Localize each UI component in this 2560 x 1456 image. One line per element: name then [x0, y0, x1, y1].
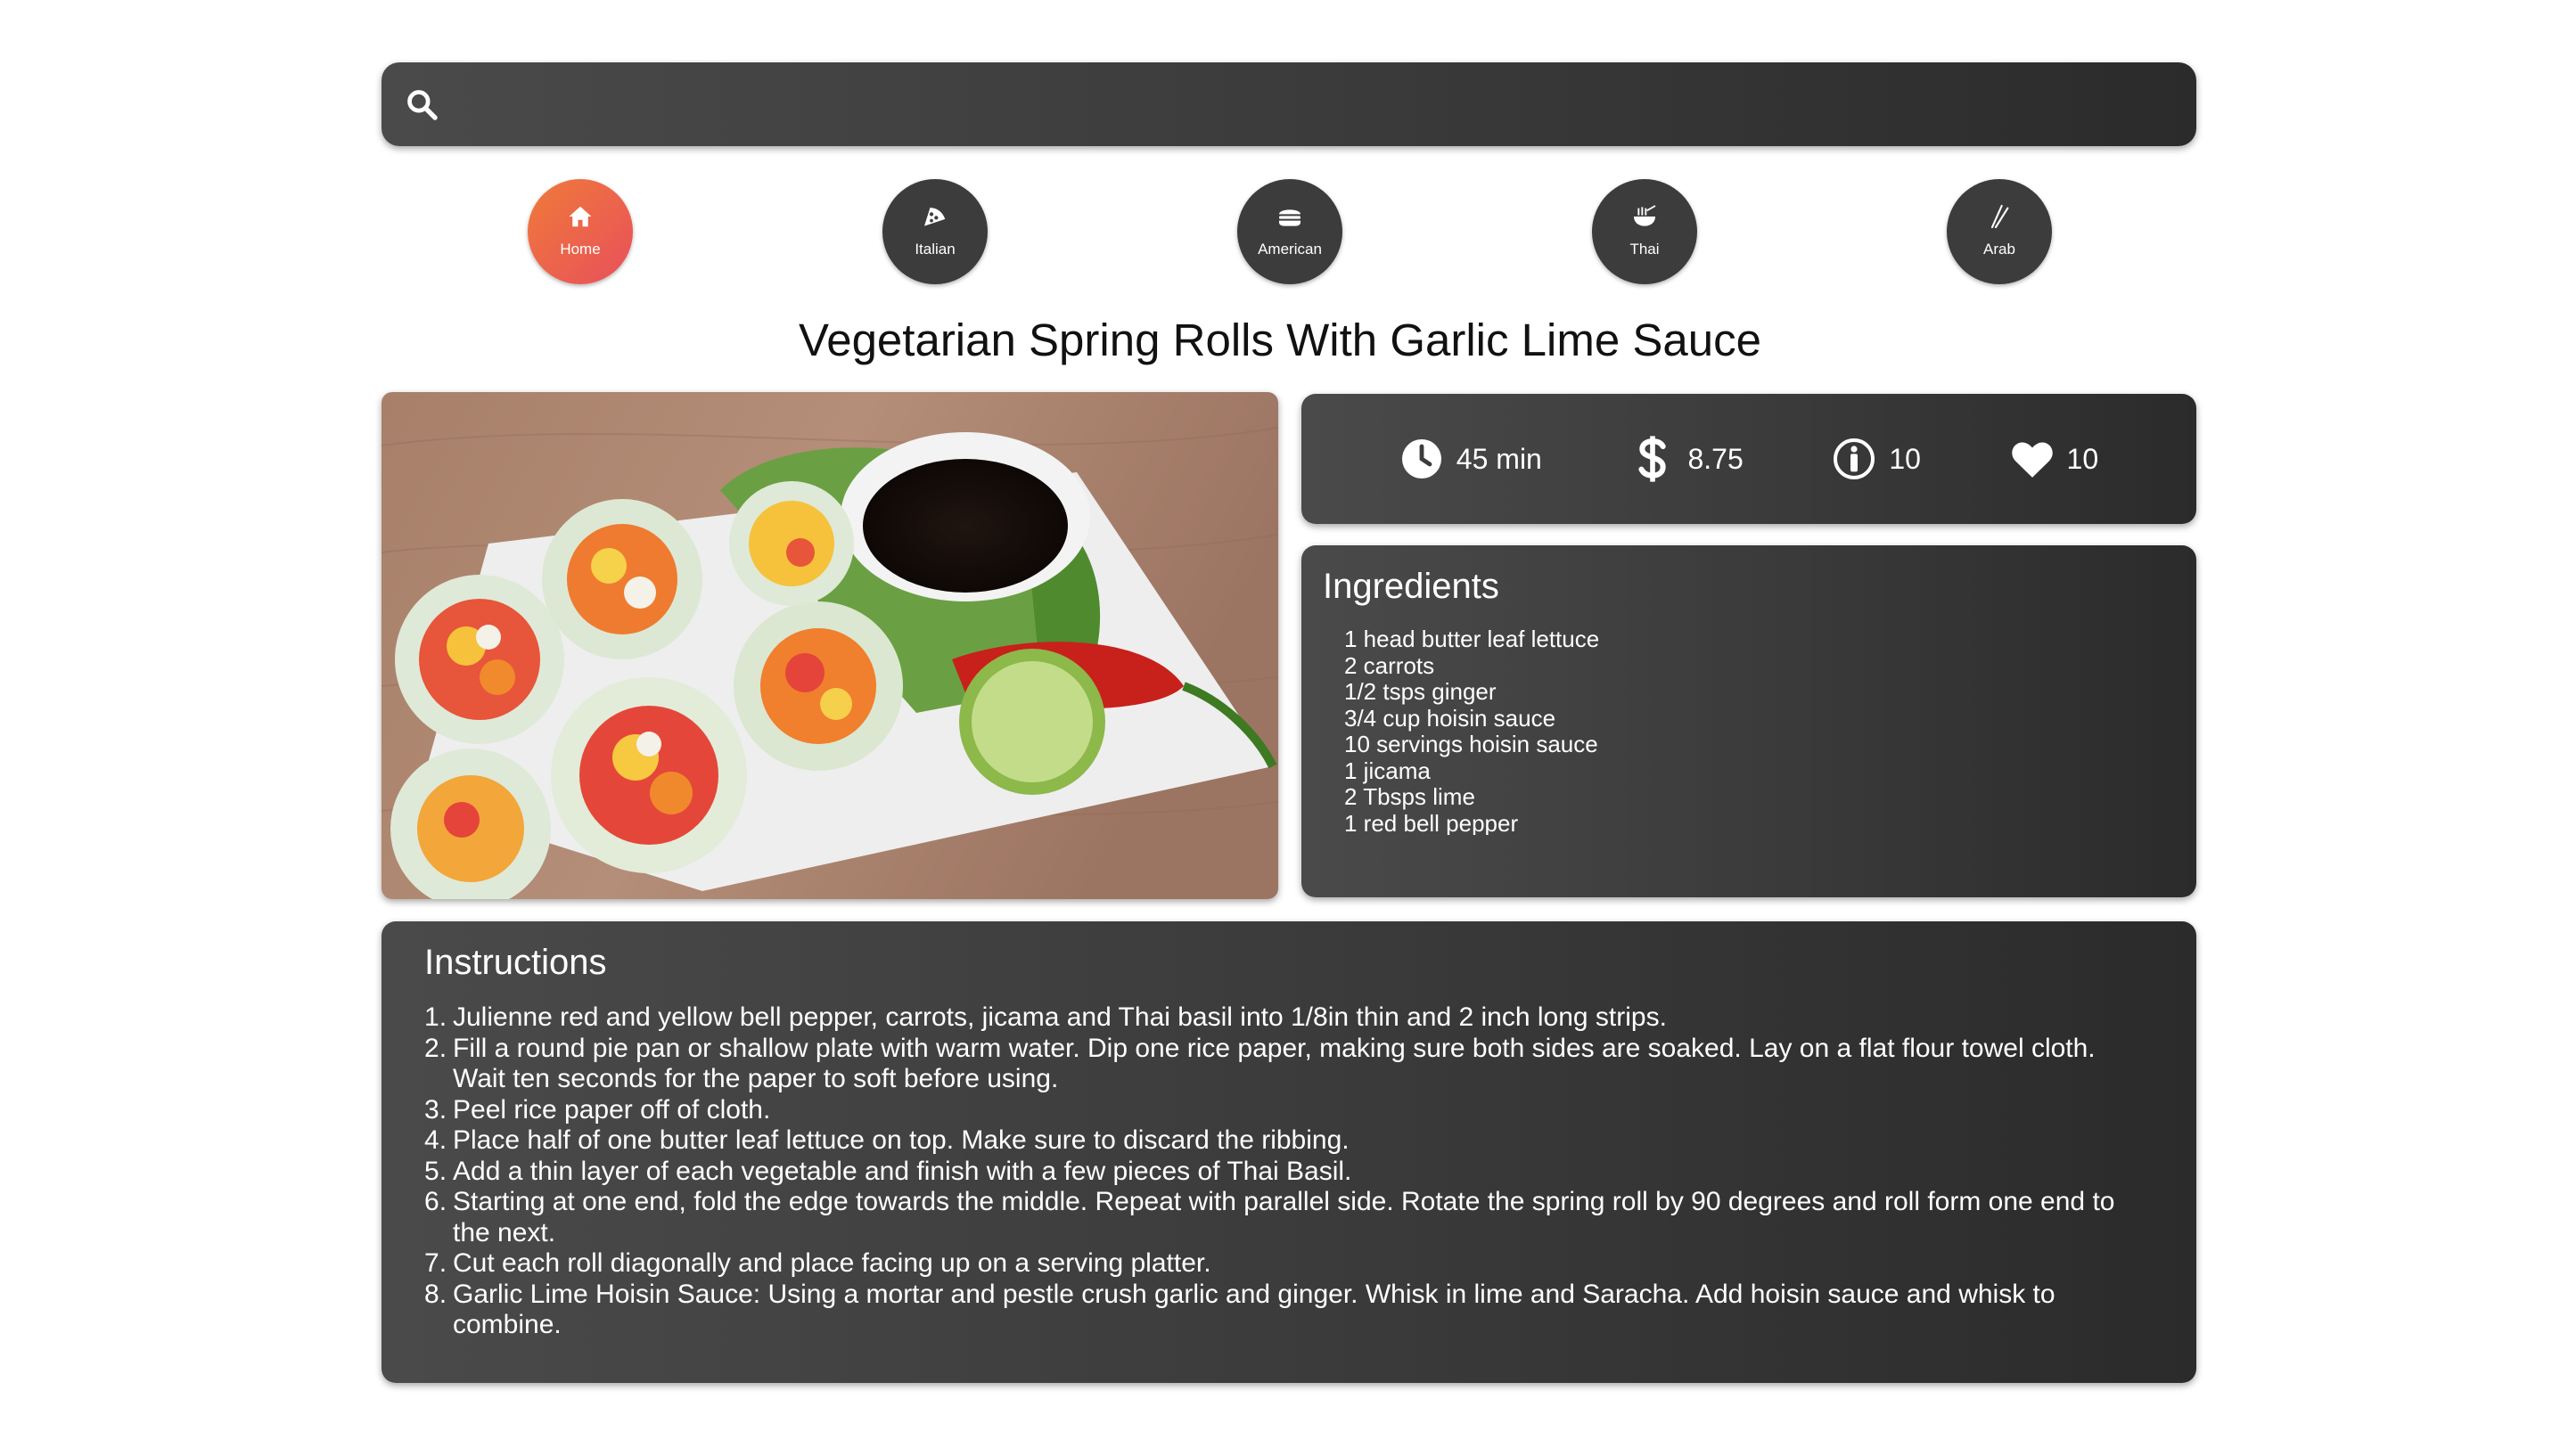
nav-item-label: Home [560, 241, 601, 258]
search-bar [382, 62, 2196, 146]
heart-icon[interactable] [2010, 437, 2055, 481]
instruction-step: Julienne red and yellow bell pepper, car… [424, 1002, 1667, 1033]
ingredient-item: 10 servings hoisin sauce [1344, 731, 1598, 757]
nav-item-label: Thai [1629, 241, 1660, 258]
nav-item-italian[interactable]: Italian [882, 179, 988, 284]
category-nav: Home Italian American Thai Arab [528, 179, 2052, 286]
nav-item-label: Italian [915, 241, 956, 258]
recipe-image [382, 392, 1278, 899]
dollar-icon [1630, 436, 1675, 482]
instruction-step: Fill a round pie pan or shallow plate wi… [424, 1033, 2096, 1094]
recipe-stats: 45 min 8.75 10 10 [1301, 394, 2196, 524]
ingredients-list[interactable]: 1 head butter leaf lettuce 2 carrots 1/2… [1323, 626, 2175, 835]
instruction-step: Place half of one butter leaf lettuce on… [424, 1125, 1350, 1156]
instruction-step: Starting at one end, fold the edge towar… [424, 1187, 2115, 1247]
clock-icon [1399, 437, 1444, 481]
stat-servings-value: 10 [1889, 442, 1921, 475]
stat-likes-value: 10 [2066, 442, 2099, 475]
instructions-panel: Instructions Julienne red and yellow bel… [382, 921, 2196, 1383]
instructions-heading: Instructions [424, 943, 607, 982]
ingredient-item: 1 red bell pepper [1344, 809, 1519, 835]
stat-likes[interactable]: 10 [2010, 437, 2099, 481]
stat-price: 8.75 [1630, 436, 1744, 482]
nav-item-thai[interactable]: Thai [1592, 179, 1697, 284]
burger-icon [1275, 201, 1305, 232]
stat-servings: 10 [1832, 437, 1921, 481]
person-icon [1832, 437, 1876, 481]
ingredient-item: 2 Tbsps lime [1344, 783, 1475, 810]
instruction-step: Peel rice paper off of cloth. [424, 1094, 771, 1125]
nav-item-american[interactable]: American [1237, 179, 1342, 284]
nav-item-label: American [1258, 241, 1322, 258]
ingredient-item: 1 head butter leaf lettuce [1344, 626, 1600, 652]
noodle-bowl-icon [1629, 201, 1660, 232]
instruction-step: Add a thin layer of each vegetable and f… [424, 1156, 1352, 1187]
nav-item-label: Arab [1983, 241, 2015, 258]
instruction-step: Cut each roll diagonally and place facin… [424, 1248, 1211, 1279]
recipe-title: Vegetarian Spring Rolls With Garlic Lime… [799, 315, 1761, 365]
instruction-step: Garlic Lime Hoisin Sauce: Using a mortar… [424, 1279, 2055, 1340]
ingredient-item: 1/2 tsps ginger [1344, 678, 1497, 705]
ingredient-item: 3/4 cup hoisin sauce [1344, 704, 1556, 732]
instructions-list: Julienne red and yellow bell pepper, car… [424, 1002, 2154, 1341]
stat-time-value: 45 min [1456, 442, 1542, 475]
ingredient-item: 1 jicama [1344, 757, 1431, 784]
nav-item-home[interactable]: Home [528, 179, 633, 284]
chopsticks-icon [1984, 201, 2014, 232]
search-icon[interactable] [401, 84, 442, 125]
search-input[interactable] [442, 62, 2196, 146]
ingredients-panel[interactable]: Ingredients 1 head butter leaf lettuce 2… [1301, 545, 2196, 897]
nav-item-arab[interactable]: Arab [1947, 179, 2052, 284]
stat-time: 45 min [1399, 437, 1542, 481]
stat-price-value: 8.75 [1687, 442, 1744, 475]
pizza-icon [920, 201, 950, 232]
ingredients-heading: Ingredients [1323, 567, 1499, 606]
home-icon [565, 201, 595, 232]
ingredient-item: 2 carrots [1344, 651, 1435, 679]
